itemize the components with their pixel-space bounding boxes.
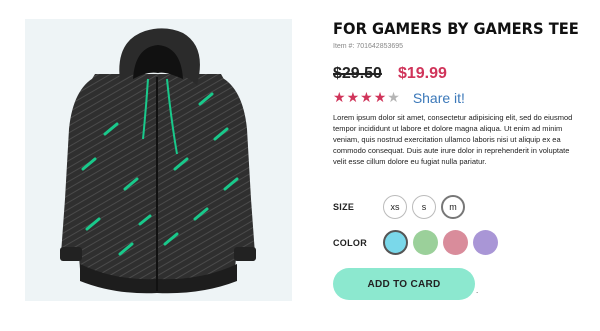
star-icon: ★	[373, 89, 387, 105]
color-options: COLOR	[333, 230, 503, 255]
color-swatches	[383, 230, 503, 255]
trailing-dot: .	[476, 286, 479, 295]
sale-price: $19.99	[397, 65, 447, 82]
product-image	[25, 19, 292, 301]
product-description: Lorem ipsum dolor sit amet, consectetur …	[333, 113, 573, 166]
hoodie-illustration	[60, 28, 256, 294]
size-option-s[interactable]: s	[412, 195, 436, 219]
size-options: SIZE xs s m	[333, 195, 470, 219]
color-swatch-purple[interactable]	[473, 230, 498, 255]
star-icon: ★	[346, 89, 360, 105]
product-details: FOR GAMERS BY GAMERS TEE Item #: 7016428…	[333, 19, 583, 300]
size-option-xs[interactable]: xs	[383, 195, 407, 219]
old-price: $29.50	[333, 65, 382, 82]
star-rating: ★★★★★	[333, 89, 401, 107]
size-label: SIZE	[333, 202, 355, 212]
star-icon: ★	[387, 89, 400, 105]
size-option-m[interactable]: m	[441, 195, 465, 219]
price-row: $29.50 $19.99	[333, 64, 583, 84]
star-icon: ★	[333, 89, 346, 105]
share-link[interactable]: Share it!	[413, 90, 465, 106]
size-buttons: xs s m	[383, 195, 470, 219]
item-number: Item #: 701642853695	[333, 43, 404, 50]
star-icon: ★	[360, 89, 373, 105]
rating-row: ★★★★★ Share it!	[333, 90, 583, 106]
color-swatch-green[interactable]	[413, 230, 438, 255]
color-label: COLOR	[333, 237, 367, 248]
color-swatch-cyan[interactable]	[383, 230, 408, 255]
add-to-cart-button[interactable]: ADD TO CARD	[333, 268, 475, 300]
color-swatch-pink[interactable]	[443, 230, 468, 255]
product-title: FOR GAMERS BY GAMERS TEE	[333, 19, 579, 38]
